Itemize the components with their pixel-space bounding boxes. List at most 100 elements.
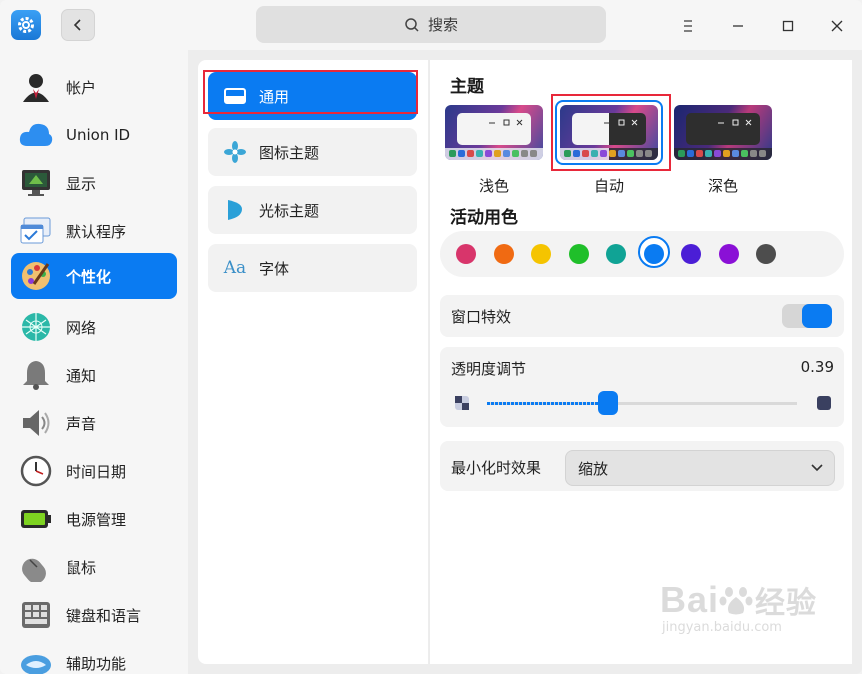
- transparency-slider-track[interactable]: [487, 402, 797, 405]
- search-icon: [405, 17, 419, 32]
- sidebar-item-mouse[interactable]: 鼠标: [11, 544, 177, 590]
- sidebar-item-account[interactable]: 帐户: [11, 64, 177, 110]
- submenu-item-font[interactable]: Aa 字体: [208, 244, 417, 292]
- watermark-brand: Bai: [660, 579, 720, 620]
- sidebar-item-label: 辅助功能: [66, 654, 127, 673]
- theme-preview-window: [457, 113, 531, 145]
- window-effects-toggle[interactable]: [782, 304, 832, 328]
- sidebar-item-accessibility[interactable]: 辅助功能: [11, 640, 177, 674]
- baidu-watermark: Bai 经验 jingyan.baidu.com: [660, 578, 850, 658]
- accent-color-swatch[interactable]: [643, 244, 664, 264]
- sidebar-item-label: 时间日期: [66, 462, 127, 481]
- menu-button[interactable]: [674, 12, 702, 40]
- low-transparency-icon: [455, 396, 469, 410]
- settings-app-icon: [11, 10, 41, 40]
- title-bar: 搜索: [0, 0, 862, 50]
- back-icon: [73, 19, 81, 31]
- back-button[interactable]: [61, 9, 95, 41]
- network-icon: [19, 310, 53, 344]
- watermark-brand2: 经验: [755, 587, 818, 620]
- theme-label-light: 浅色: [478, 177, 509, 195]
- theme-title: 主题: [450, 77, 484, 97]
- highlight-box-auto-theme: [551, 94, 671, 171]
- battery-icon: [19, 502, 53, 536]
- personalization-icon: [19, 259, 53, 293]
- sidebar-item-label: 鼠标: [66, 558, 97, 577]
- minimize-effect-select[interactable]: 缩放: [565, 450, 835, 486]
- sidebar-item-sound[interactable]: 声音: [11, 400, 177, 446]
- sidebar-item-display[interactable]: 显示: [11, 160, 177, 206]
- sidebar-item-network[interactable]: 网络: [11, 304, 177, 350]
- sidebar-item-label: Union ID: [66, 126, 131, 144]
- default-apps-icon: [19, 214, 53, 248]
- sidebar-item-notification[interactable]: 通知: [11, 352, 177, 398]
- sidebar-item-datetime[interactable]: 时间日期: [11, 448, 177, 494]
- accent-title: 活动用色: [450, 208, 518, 228]
- paw-icon: [719, 587, 753, 615]
- sidebar-item-label: 默认程序: [66, 222, 127, 241]
- accessibility-icon: [19, 646, 53, 674]
- theme-label-dark: 深色: [707, 177, 738, 195]
- search-placeholder: 搜索: [427, 16, 458, 34]
- sidebar-item-label: 显示: [66, 174, 97, 193]
- transparency-value: 0.39: [800, 358, 834, 376]
- accent-color-swatch[interactable]: [681, 244, 701, 264]
- highlight-box-general: [203, 70, 418, 114]
- clock-icon: [19, 454, 53, 488]
- speaker-icon: [19, 406, 53, 440]
- accent-color-swatch[interactable]: [718, 244, 739, 264]
- cursor-icon: [222, 199, 248, 221]
- minimize-effect-label: 最小化时效果: [451, 459, 542, 477]
- accent-color-swatch[interactable]: [493, 244, 514, 264]
- sidebar-item-power[interactable]: 电源管理: [11, 496, 177, 542]
- close-button[interactable]: [823, 12, 851, 40]
- accent-color-swatch[interactable]: [606, 244, 626, 264]
- theme-card-light[interactable]: [445, 105, 543, 160]
- search-input[interactable]: 搜索: [256, 6, 606, 43]
- window-effects-row: 窗口特效: [440, 295, 844, 337]
- accent-color-swatch[interactable]: [568, 244, 589, 264]
- accent-color-swatch[interactable]: [756, 244, 776, 264]
- sidebar-item-label: 网络: [66, 318, 97, 337]
- chevron-down-icon: [811, 464, 823, 472]
- sidebar-item-label: 键盘和语言: [66, 606, 142, 625]
- submenu-item-label: 字体: [259, 259, 290, 278]
- personalization-submenu: 通用 图标主题 光标主题 Aa 字体: [198, 60, 428, 664]
- accent-color-swatch[interactable]: [531, 244, 551, 264]
- submenu-item-icon-theme[interactable]: 图标主题: [208, 128, 417, 176]
- sidebar-item-label: 声音: [66, 414, 97, 433]
- sidebar-item-label: 帐户: [66, 78, 97, 97]
- flower-icon: [222, 141, 248, 163]
- window-effects-label: 窗口特效: [451, 308, 512, 326]
- submenu-item-label: 图标主题: [259, 143, 320, 162]
- sidebar-item-default-apps[interactable]: 默认程序: [11, 208, 177, 254]
- theme-card-dark[interactable]: [674, 105, 772, 160]
- high-transparency-icon: [817, 396, 831, 410]
- settings-window: 搜索 帐户 Union ID 显示 默认程序 个性化 网络 通知 声音 时间日期…: [0, 0, 862, 674]
- toggle-knob: [802, 304, 832, 328]
- sidebar-item-union-id[interactable]: Union ID: [11, 112, 177, 158]
- slider-fill: [487, 402, 608, 405]
- cloud-icon: [19, 118, 53, 152]
- submenu-item-cursor-theme[interactable]: 光标主题: [208, 186, 417, 234]
- sidebar-item-label: 个性化: [66, 267, 112, 286]
- theme-label-auto: 自动: [593, 177, 624, 195]
- display-icon: [19, 166, 53, 200]
- sidebar: 帐户 Union ID 显示 默认程序 个性化 网络 通知 声音 时间日期 电源…: [0, 50, 188, 674]
- accent-color-picker: [440, 231, 844, 277]
- minimize-button[interactable]: [724, 12, 752, 40]
- maximize-icon: [782, 20, 794, 32]
- theme-preview-dock: [445, 148, 543, 160]
- accent-color-swatch[interactable]: [456, 244, 476, 264]
- maximize-button[interactable]: [774, 12, 802, 40]
- transparency-row: 透明度调节 0.39: [440, 347, 844, 427]
- submenu-item-label: 光标主题: [259, 201, 320, 220]
- sidebar-item-keyboard[interactable]: 键盘和语言: [11, 592, 177, 638]
- minimize-effect-value: 缩放: [578, 459, 609, 478]
- transparency-slider-handle[interactable]: [597, 391, 618, 415]
- bell-icon: [19, 358, 53, 392]
- watermark-url: jingyan.baidu.com: [662, 620, 782, 635]
- sidebar-item-label: 电源管理: [66, 510, 127, 529]
- sidebar-item-personalization[interactable]: 个性化: [11, 253, 177, 299]
- theme-preview-dock: [674, 148, 772, 160]
